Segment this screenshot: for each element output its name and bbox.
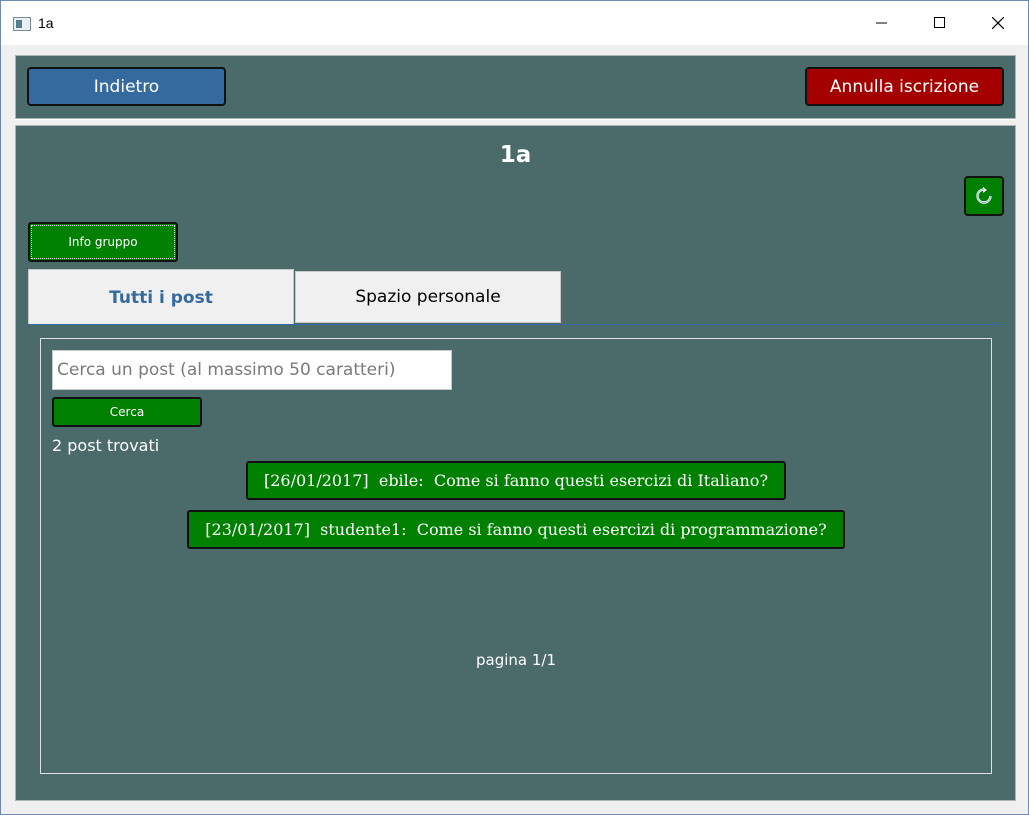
search-button[interactable]: Cerca [52,397,202,427]
back-button[interactable]: Indietro [27,67,226,106]
tab-divider [28,324,1004,325]
post-list: [26/01/2017] ebile: Come si fanno questi… [41,461,991,549]
refresh-button[interactable] [964,176,1004,216]
close-icon [992,17,1004,29]
minimize-icon [876,22,887,24]
tab-personal-space[interactable]: Spazio personale [295,271,561,323]
window-title: 1a [38,15,54,31]
search-input[interactable] [52,350,452,390]
close-button[interactable] [969,1,1027,45]
group-title: 1a [499,142,532,168]
group-info-button[interactable]: Info gruppo [28,222,178,262]
unsubscribe-button[interactable]: Annulla iscrizione [805,67,1004,106]
window-content: Indietro Annulla iscrizione 1a Info grup… [4,45,1026,813]
app-window: 1a Indietro Annulla iscrizione 1a Info g… [0,0,1029,815]
pagination-label: pagina 1/1 [475,651,556,669]
title-bar: 1a [1,1,1028,45]
top-toolbar: Indietro Annulla iscrizione [15,55,1016,119]
post-item[interactable]: [26/01/2017] ebile: Come si fanno questi… [245,461,787,500]
group-panel: 1a Info gruppo Tutti i post Spazio perso… [15,125,1016,801]
maximize-button[interactable] [911,1,969,45]
app-icon [13,17,31,31]
post-item[interactable]: [23/01/2017] studente1: Come si fanno qu… [187,510,845,549]
minimize-button[interactable] [853,1,911,45]
posts-tab-content: Cerca 2 post trovati [26/01/2017] ebile:… [40,338,992,774]
maximize-icon [934,17,945,28]
tab-all-posts[interactable]: Tutti i post [28,269,294,325]
refresh-icon [976,187,992,204]
results-count: 2 post trovati [52,436,160,455]
